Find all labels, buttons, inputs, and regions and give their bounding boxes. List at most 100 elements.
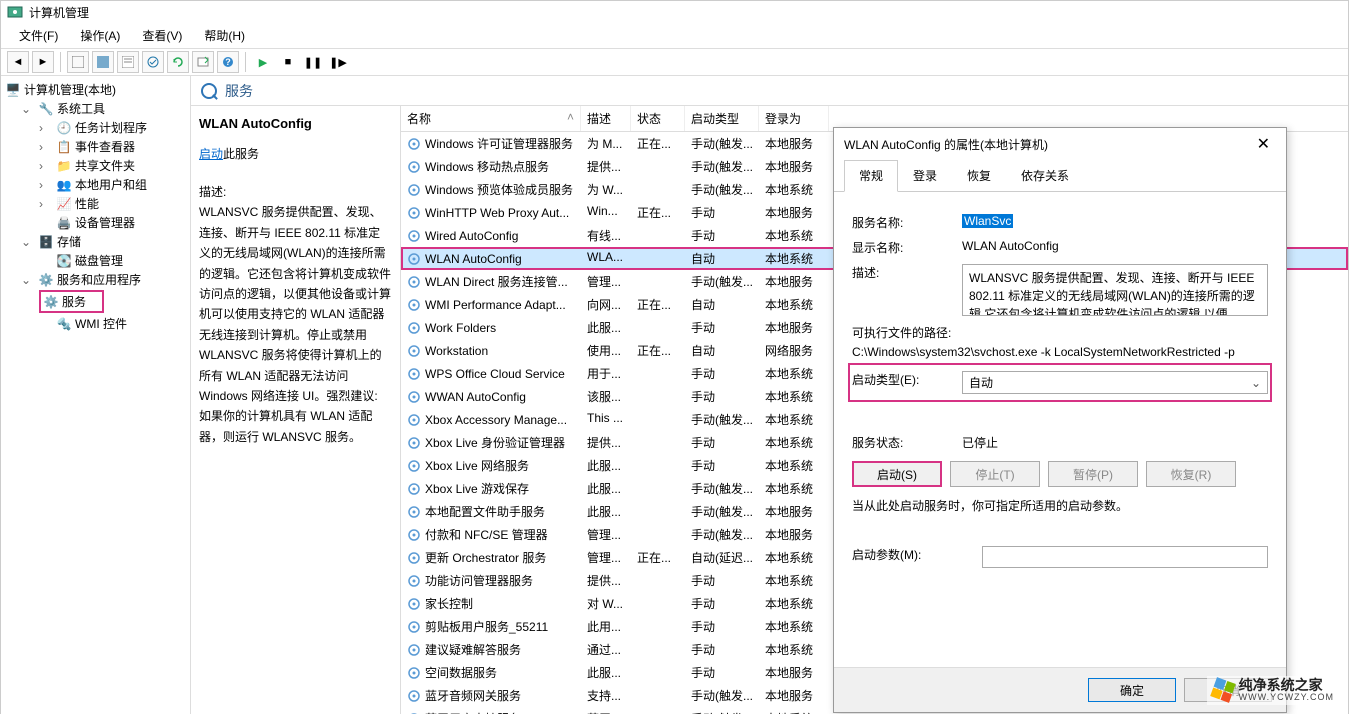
tool-1[interactable] xyxy=(67,51,89,73)
tree-localusers[interactable]: ›👥本地用户和组 xyxy=(1,175,190,194)
tree-eventviewer[interactable]: ›📋事件查看器 xyxy=(1,137,190,156)
chevron-right-icon[interactable]: › xyxy=(39,140,53,154)
tree-shared[interactable]: ›📁共享文件夹 xyxy=(1,156,190,175)
wm-url: WWW.YCWZY.COM xyxy=(1239,693,1334,703)
col-desc[interactable]: 描述 xyxy=(581,106,631,131)
svc-state xyxy=(631,455,685,476)
tool-2[interactable] xyxy=(92,51,114,73)
svc-logon: 本地系统 xyxy=(759,455,829,476)
tree-systools[interactable]: ⌄🔧系统工具 xyxy=(1,99,190,118)
wm-logo-icon xyxy=(1210,678,1236,704)
chevron-right-icon[interactable]: › xyxy=(39,178,53,192)
start-type-select[interactable]: 自动 ⌄ xyxy=(962,371,1268,394)
svc-logon: 本地服务 xyxy=(759,501,829,522)
refresh-btn[interactable] xyxy=(167,51,189,73)
play-btn[interactable]: ▶ xyxy=(252,51,274,73)
svc-desc: 提供... xyxy=(581,156,631,177)
chevron-down-icon[interactable]: ⌄ xyxy=(21,102,35,116)
tool-4[interactable] xyxy=(142,51,164,73)
svc-logon: 本地服务 xyxy=(759,156,829,177)
svc-state: 正在... xyxy=(631,294,685,315)
tab-logon[interactable]: 登录 xyxy=(898,160,952,191)
svc-start-type: 手动(触发... xyxy=(685,409,759,430)
menu-file[interactable]: 文件(F) xyxy=(9,25,68,46)
tab-recovery[interactable]: 恢复 xyxy=(952,160,1006,191)
svc-state: 正在... xyxy=(631,133,685,154)
svc-desc: 有线... xyxy=(581,225,631,246)
svc-desc: 此服... xyxy=(581,478,631,499)
restart-btn[interactable]: ❚▶ xyxy=(327,51,349,73)
svc-logon: 本地系统 xyxy=(759,179,829,200)
window-title: 计算机管理 xyxy=(29,4,89,21)
menu-help[interactable]: 帮助(H) xyxy=(194,25,255,46)
col-state[interactable]: 状态 xyxy=(631,106,685,131)
tree-services[interactable]: ⚙️服务 xyxy=(1,289,190,314)
desc-box[interactable]: WLANSVC 服务提供配置、发现、连接、断开与 IEEE 802.11 标准定… xyxy=(962,264,1268,316)
dialog-titlebar[interactable]: WLAN AutoConfig 的属性(本地计算机) ✕ xyxy=(834,128,1286,160)
device-icon: 🖨️ xyxy=(56,215,72,231)
chevron-down-icon[interactable]: ⌄ xyxy=(21,235,35,249)
svc-start-type: 手动(触发... xyxy=(685,179,759,200)
lbl-exepath: 可执行文件的路径: xyxy=(852,324,951,341)
help-btn[interactable]: ? xyxy=(217,51,239,73)
svc-desc: 提供... xyxy=(581,432,631,453)
menu-action[interactable]: 操作(A) xyxy=(70,25,130,46)
back-btn[interactable]: ◄ xyxy=(7,51,29,73)
gear-icon xyxy=(407,597,421,611)
close-button[interactable]: ✕ xyxy=(1251,134,1276,154)
svc-name: Workstation xyxy=(425,344,488,358)
chevron-down-icon[interactable]: ⌄ xyxy=(21,273,35,287)
svc-start-type: 手动 xyxy=(685,386,759,407)
svc-desc: 向网... xyxy=(581,294,631,315)
chevron-right-icon[interactable]: › xyxy=(39,159,53,173)
start-service-link[interactable]: 启动 xyxy=(199,147,223,161)
tab-general[interactable]: 常规 xyxy=(844,160,898,192)
tree-perf[interactable]: ›📈性能 xyxy=(1,194,190,213)
menu-view[interactable]: 查看(V) xyxy=(132,25,192,46)
svc-logon: 本地系统 xyxy=(759,294,829,315)
detail-pane: WLAN AutoConfig 启动此服务 描述: WLANSVC 服务提供配置… xyxy=(191,106,401,714)
lbl-svcname: 服务名称: xyxy=(852,214,962,231)
svc-control-buttons: 启动(S) 停止(T) 暂停(P) 恢复(R) xyxy=(852,461,1268,487)
svc-desc: 此服... xyxy=(581,455,631,476)
tab-deps[interactable]: 依存关系 xyxy=(1006,160,1084,191)
stop-btn[interactable]: ■ xyxy=(277,51,299,73)
pause-btn[interactable]: ❚❚ xyxy=(302,51,324,73)
col-name[interactable]: 名称˄ xyxy=(401,106,581,131)
svc-start-type: 自动 xyxy=(685,294,759,315)
dialog-body: 服务名称: WlanSvc 显示名称: WLAN AutoConfig 描述: … xyxy=(834,192,1286,667)
tree-root[interactable]: 🖥️计算机管理(本地) xyxy=(1,80,190,99)
resume-button: 恢复(R) xyxy=(1146,461,1236,487)
tool-export[interactable] xyxy=(192,51,214,73)
folder-icon: 📁 xyxy=(56,158,72,174)
tree-wmi[interactable]: 🔩WMI 控件 xyxy=(1,314,190,333)
tree-svcapps[interactable]: ⌄⚙️服务和应用程序 xyxy=(1,270,190,289)
svc-name: Windows 预览体验成员服务 xyxy=(425,181,573,198)
gear-icon xyxy=(407,528,421,542)
start-button[interactable]: 启动(S) xyxy=(852,461,942,487)
gear-icon: ⚙️ xyxy=(43,294,59,310)
tree-devmgr[interactable]: 🖨️设备管理器 xyxy=(1,213,190,232)
tree-storage[interactable]: ⌄🗄️存储 xyxy=(1,232,190,251)
chevron-right-icon[interactable]: › xyxy=(39,197,53,211)
col-start[interactable]: 启动类型 xyxy=(685,106,759,131)
ok-button[interactable]: 确定 xyxy=(1088,678,1176,702)
tool-props[interactable] xyxy=(117,51,139,73)
svc-logon: 本地系统 xyxy=(759,432,829,453)
svc-desc: 管理... xyxy=(581,271,631,292)
fwd-btn[interactable]: ► xyxy=(32,51,54,73)
chevron-right-icon[interactable]: › xyxy=(39,121,53,135)
gear-icon xyxy=(407,643,421,657)
lbl-desc: 描述: xyxy=(852,264,962,281)
tree-diskmgr[interactable]: 💽磁盘管理 xyxy=(1,251,190,270)
desc-text: WLANSVC 服务提供配置、发现、连接、断开与 IEEE 802.11 标准定… xyxy=(199,202,392,447)
tree-pane[interactable]: 🖥️计算机管理(本地) ⌄🔧系统工具 ›🕘任务计划程序 ›📋事件查看器 ›📁共享… xyxy=(1,76,191,714)
gear-icon xyxy=(407,183,421,197)
col-logon[interactable]: 登录为 xyxy=(759,106,829,131)
svc-desc-section: 描述: WLANSVC 服务提供配置、发现、连接、断开与 IEEE 802.11… xyxy=(199,182,392,447)
params-input[interactable] xyxy=(982,546,1268,568)
tree-tasksched[interactable]: ›🕘任务计划程序 xyxy=(1,118,190,137)
svc-logon: 本地服务 xyxy=(759,133,829,154)
svc-start-type: 手动 xyxy=(685,570,759,591)
gear-icon xyxy=(407,252,421,266)
